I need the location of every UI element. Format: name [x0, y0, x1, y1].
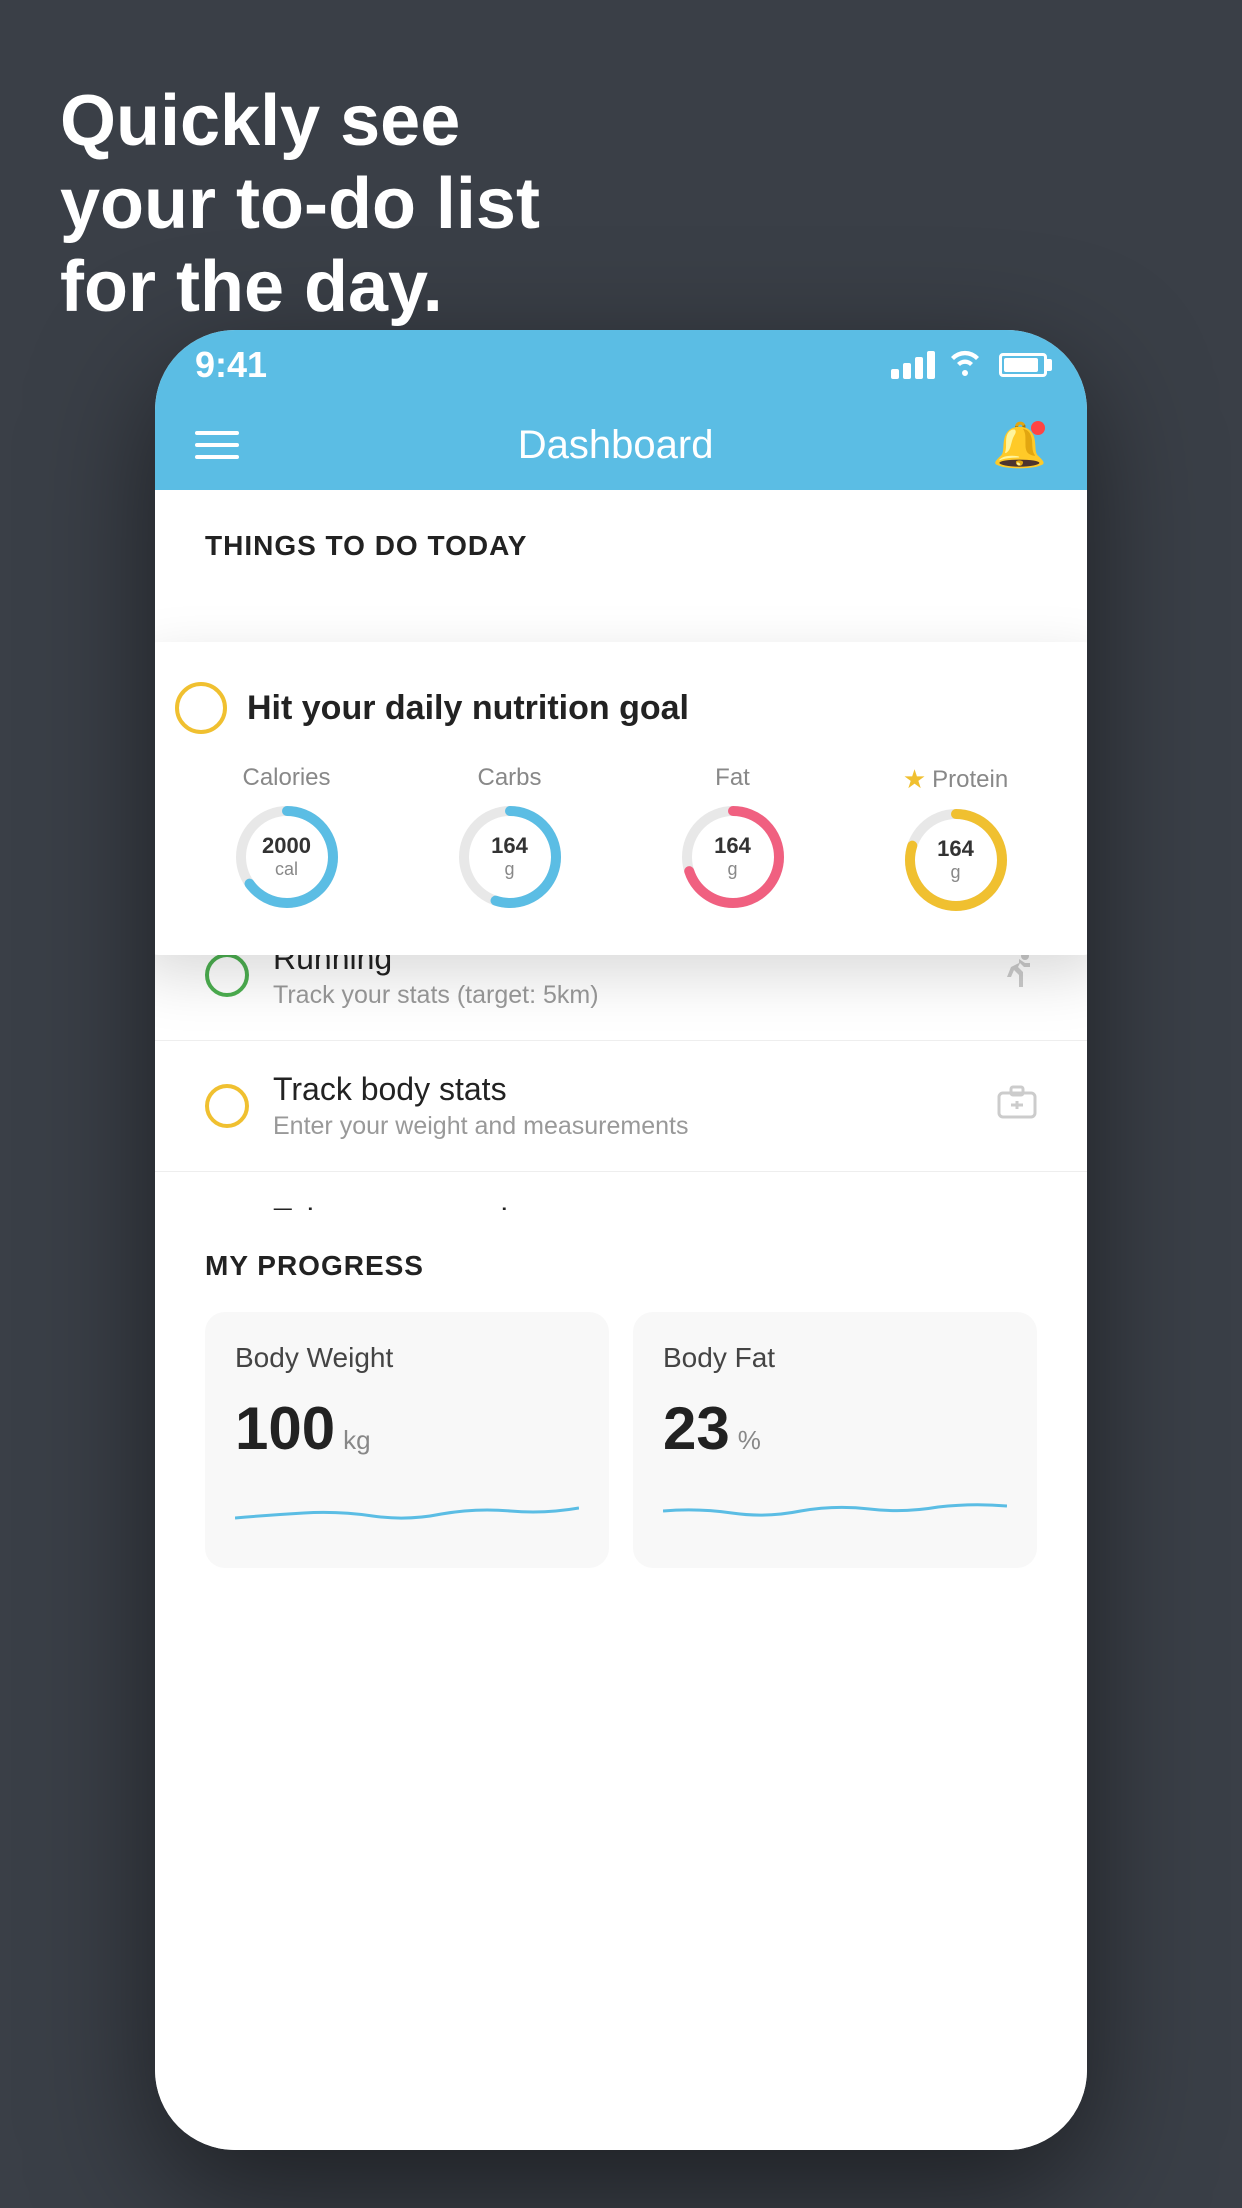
todo-subtitle-running: Track your stats (target: 5km)	[273, 981, 973, 1010]
fat-label: Fat	[715, 764, 750, 792]
notification-dot	[1031, 421, 1045, 435]
calories-value: 2000cal	[262, 833, 311, 881]
headline: Quickly see your to-do list for the day.	[60, 80, 540, 328]
progress-section: MY PROGRESS Body Weight 100 kg Body Fat	[155, 1210, 1087, 1608]
content-area: Hit your daily nutrition goal Calories 2…	[155, 582, 1087, 612]
protein-ring: 164g	[901, 805, 1011, 915]
calories-ring: 2000cal	[232, 802, 342, 912]
body-fat-card[interactable]: Body Fat 23 %	[633, 1312, 1037, 1568]
fat-ring: 164g	[678, 802, 788, 912]
phone-mockup: 9:41 Dashboard 🔔	[155, 330, 1087, 2150]
progress-cards: Body Weight 100 kg Body Fat 23 %	[205, 1312, 1037, 1568]
status-bar: 9:41	[155, 330, 1087, 400]
section-header-today: THINGS TO DO TODAY	[155, 490, 1087, 582]
protein-value: 164g	[937, 836, 974, 884]
nutrition-protein: ★ Protein 164g	[901, 764, 1011, 915]
card-title-row: Hit your daily nutrition goal	[175, 682, 1067, 734]
body-weight-title: Body Weight	[235, 1342, 579, 1374]
status-time: 9:41	[195, 344, 267, 386]
wifi-icon	[947, 348, 983, 383]
todo-item-body-stats[interactable]: Track body stats Enter your weight and m…	[155, 1041, 1087, 1172]
status-icons	[891, 348, 1047, 383]
body-fat-title: Body Fat	[663, 1342, 1007, 1374]
body-weight-card[interactable]: Body Weight 100 kg	[205, 1312, 609, 1568]
nutrition-fat: Fat 164g	[678, 764, 788, 912]
signal-icon	[891, 351, 935, 379]
progress-section-title: MY PROGRESS	[205, 1250, 1037, 1282]
body-fat-chart	[663, 1483, 1007, 1533]
nutrition-grid: Calories 2000cal Carbs	[175, 764, 1067, 915]
nav-title: Dashboard	[518, 423, 714, 468]
body-weight-value-row: 100 kg	[235, 1394, 579, 1463]
body-weight-number: 100	[235, 1394, 335, 1463]
carbs-value: 164g	[491, 833, 528, 881]
todo-text-body-stats: Track body stats Enter your weight and m…	[273, 1071, 973, 1141]
nav-bar: Dashboard 🔔	[155, 400, 1087, 490]
hamburger-line	[195, 443, 239, 447]
nutrition-check-circle[interactable]	[175, 682, 227, 734]
body-fat-unit: %	[738, 1425, 761, 1456]
running-icon	[997, 954, 1037, 997]
calories-label: Calories	[242, 764, 330, 792]
nutrition-card: Hit your daily nutrition goal Calories 2…	[155, 642, 1087, 955]
body-weight-unit: kg	[343, 1425, 370, 1456]
todo-circle-body-stats	[205, 1084, 249, 1128]
scale-icon	[997, 1085, 1037, 1128]
todo-subtitle-body-stats: Enter your weight and measurements	[273, 1112, 973, 1141]
todo-title-body-stats: Track body stats	[273, 1071, 973, 1108]
body-weight-chart	[235, 1483, 579, 1533]
battery-icon	[999, 353, 1047, 377]
body-fat-number: 23	[663, 1394, 730, 1463]
app-content: THINGS TO DO TODAY Hit your daily nutrit…	[155, 490, 1087, 2150]
body-fat-value-row: 23 %	[663, 1394, 1007, 1463]
carbs-label: Carbs	[477, 764, 541, 792]
nutrition-calories: Calories 2000cal	[232, 764, 342, 912]
hamburger-line	[195, 431, 239, 435]
notification-button[interactable]: 🔔	[992, 419, 1047, 471]
hamburger-menu[interactable]	[195, 431, 239, 459]
todo-circle-running	[205, 953, 249, 997]
nutrition-card-title: Hit your daily nutrition goal	[247, 689, 689, 728]
carbs-ring: 164g	[455, 802, 565, 912]
fat-value: 164g	[714, 833, 751, 881]
protein-label: ★ Protein	[903, 764, 1008, 795]
star-icon: ★	[903, 764, 926, 795]
nutrition-carbs: Carbs 164g	[455, 764, 565, 912]
hamburger-line	[195, 455, 239, 459]
